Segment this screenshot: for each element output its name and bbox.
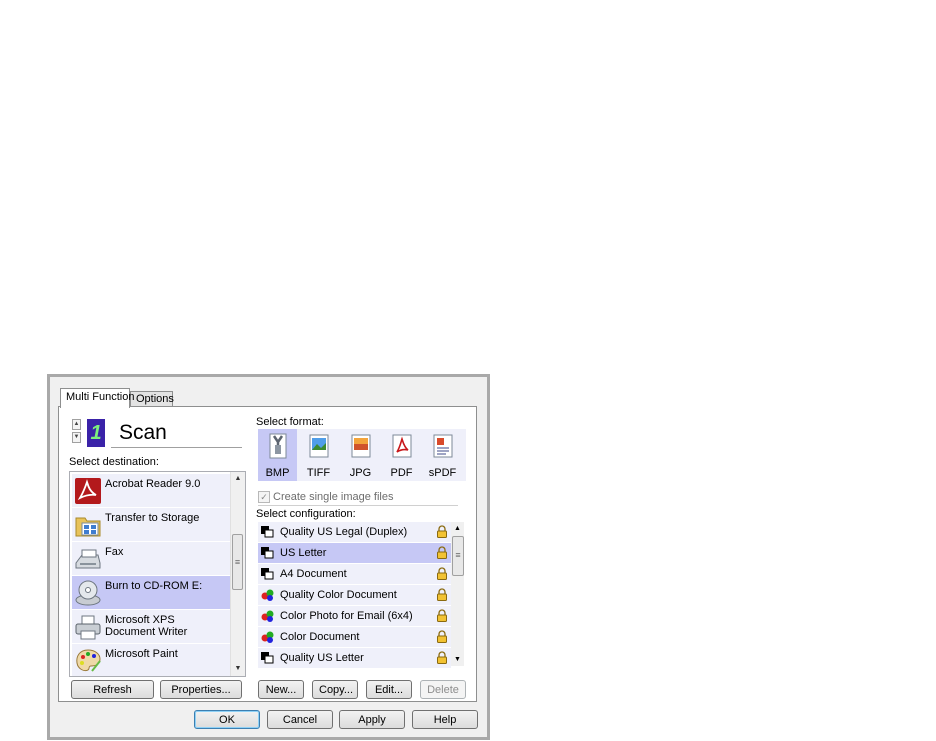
bw-scan-icon	[261, 652, 274, 664]
lock-icon	[437, 588, 447, 601]
format-tiff[interactable]: TIFF	[299, 429, 338, 481]
format-separator	[258, 505, 458, 506]
scroll-up-icon[interactable]: ▲	[451, 522, 464, 535]
scan-underline	[111, 447, 242, 448]
properties-button[interactable]: Properties...	[160, 680, 242, 699]
edit-button[interactable]: Edit...	[366, 680, 412, 699]
destination-item-acrobat[interactable]: Acrobat Reader 9.0	[72, 474, 230, 508]
scroll-thumb[interactable]: ≡	[452, 536, 464, 576]
destination-item-paint[interactable]: Microsoft Paint	[72, 644, 230, 676]
cancel-button[interactable]: Cancel	[267, 710, 333, 729]
destination-label: Transfer to Storage	[105, 512, 200, 524]
destination-label: Acrobat Reader 9.0	[105, 478, 201, 490]
color-scan-icon	[261, 589, 274, 601]
ok-button[interactable]: OK	[194, 710, 260, 729]
single-image-checkbox[interactable]: ✓	[258, 491, 270, 503]
tab-options[interactable]: Options	[130, 391, 174, 406]
destination-item-transfer-storage[interactable]: Transfer to Storage	[72, 508, 230, 542]
jpg-icon	[351, 434, 371, 458]
delete-button[interactable]: Delete	[420, 680, 466, 699]
spin-down-icon[interactable]: ▼	[72, 432, 81, 443]
color-scan-icon	[261, 631, 274, 643]
paint-palette-icon	[76, 649, 101, 672]
config-label: US Letter	[280, 547, 327, 559]
scan-digit-icon: 1	[87, 419, 105, 447]
config-label: Color Document	[280, 631, 360, 643]
select-configuration-label: Select configuration:	[256, 508, 356, 520]
destination-item-xps-writer[interactable]: Microsoft XPS Document Writer	[72, 610, 230, 644]
config-label: Quality US Legal (Duplex)	[280, 526, 408, 538]
scroll-up-icon[interactable]: ▲	[231, 472, 245, 486]
configuration-scrollbar[interactable]: ▲ ≡ ▼	[451, 522, 464, 666]
destination-item-fax[interactable]: Fax	[72, 542, 230, 576]
bw-scan-icon	[261, 526, 274, 538]
format-label: TIFF	[306, 467, 331, 479]
apply-button[interactable]: Apply	[339, 710, 405, 729]
lock-icon	[437, 546, 447, 559]
format-label: BMP	[265, 467, 290, 479]
scroll-thumb[interactable]: ≡	[232, 534, 243, 590]
config-item[interactable]: Quality US Letter	[258, 648, 451, 668]
color-scan-icon	[261, 610, 274, 622]
config-item[interactable]: Quality US Legal (Duplex)	[258, 522, 451, 543]
destination-item-burn-cd[interactable]: Burn to CD-ROM E:	[72, 576, 230, 610]
single-image-label: Create single image files	[273, 491, 394, 503]
spdf-icon	[433, 434, 453, 458]
destination-label: Microsoft Paint	[105, 648, 178, 660]
format-label: JPG	[349, 467, 372, 479]
spin-up-icon[interactable]: ▲	[72, 419, 81, 430]
config-item[interactable]: A4 Document	[258, 564, 451, 585]
config-item[interactable]: Color Document	[258, 627, 451, 648]
multi-function-panel: ▲ ▼ 1 Scan Select destination: Acrobat R…	[58, 406, 477, 702]
destination-label: Microsoft XPS Document Writer	[105, 614, 188, 638]
format-label: PDF	[390, 467, 413, 479]
pdf-icon	[392, 434, 412, 458]
config-item[interactable]: US Letter	[258, 543, 451, 564]
acrobat-icon	[75, 478, 101, 504]
format-spdf[interactable]: sPDF	[423, 429, 462, 481]
format-jpg[interactable]: JPG	[341, 429, 380, 481]
bw-scan-icon	[261, 568, 274, 580]
config-item[interactable]: Color Photo for Email (6x4)	[258, 606, 451, 627]
scan-spinner[interactable]: ▲ ▼	[72, 419, 82, 445]
bw-scan-icon	[261, 547, 274, 559]
fax-icon	[75, 549, 101, 569]
refresh-button[interactable]: Refresh	[71, 680, 154, 699]
scan-dialog: Multi Function Options ▲ ▼ 1 Scan Select…	[47, 374, 490, 740]
format-pdf[interactable]: PDF	[382, 429, 421, 481]
copy-button[interactable]: Copy...	[312, 680, 358, 699]
config-label: A4 Document	[280, 568, 347, 580]
lock-icon	[437, 651, 447, 664]
tab-multi-function[interactable]: Multi Function	[60, 388, 134, 408]
destination-label: Burn to CD-ROM E:	[105, 580, 203, 592]
bmp-icon	[269, 433, 287, 459]
scroll-down-icon[interactable]: ▼	[231, 662, 245, 676]
cd-burn-icon	[75, 580, 101, 606]
new-button[interactable]: New...	[258, 680, 304, 699]
lock-icon	[437, 567, 447, 580]
configuration-list[interactable]: Quality US Legal (Duplex) US Letter A4 D…	[258, 522, 468, 668]
config-label: Quality Color Document	[280, 589, 397, 601]
select-destination-label: Select destination:	[69, 456, 159, 468]
config-item[interactable]: Quality Color Document	[258, 585, 451, 606]
format-label: sPDF	[428, 467, 457, 479]
lock-icon	[437, 630, 447, 643]
printer-icon	[75, 615, 101, 640]
config-label: Color Photo for Email (6x4)	[280, 610, 413, 622]
format-bmp[interactable]: BMP	[258, 429, 297, 481]
destination-label: Fax	[105, 546, 124, 558]
config-label: Quality US Letter	[280, 652, 364, 664]
folder-storage-icon	[75, 517, 101, 537]
help-button[interactable]: Help	[412, 710, 478, 729]
scan-title: Scan	[119, 421, 167, 444]
lock-icon	[437, 525, 447, 538]
lock-icon	[437, 609, 447, 622]
destination-scrollbar[interactable]: ▲ ≡ ▼	[230, 472, 245, 676]
select-format-label: Select format:	[256, 416, 324, 428]
destination-list[interactable]: Acrobat Reader 9.0 Transfer to Storage F…	[69, 471, 246, 677]
scroll-down-icon[interactable]: ▼	[451, 653, 464, 666]
tiff-icon	[309, 434, 329, 458]
